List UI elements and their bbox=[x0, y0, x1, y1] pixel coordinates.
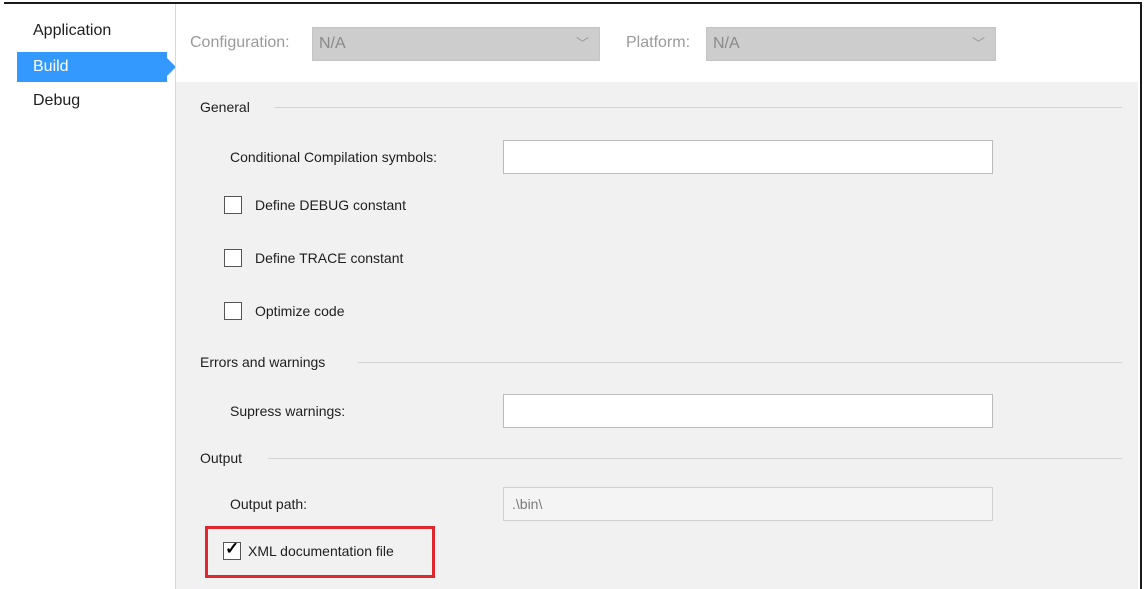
suppress-warnings-label: Supress warnings: bbox=[230, 403, 346, 419]
chevron-down-icon: ﹀ bbox=[971, 36, 985, 51]
chevron-down-icon: ﹀ bbox=[575, 36, 589, 51]
output-path-label: Output path: bbox=[230, 496, 308, 512]
sidebar-item-build[interactable]: Build bbox=[17, 52, 176, 82]
platform-value: N/A bbox=[713, 35, 740, 52]
platform-dropdown[interactable]: N/A ﹀ bbox=[706, 27, 996, 61]
sidebar-item-application[interactable]: Application bbox=[17, 16, 157, 46]
suppress-warnings-input[interactable] bbox=[503, 394, 993, 428]
section-title-output: Output bbox=[200, 450, 243, 466]
configuration-value: N/A bbox=[319, 35, 346, 52]
conditional-symbols-input[interactable] bbox=[503, 140, 993, 174]
configuration-bar: Configuration: N/A ﹀ Platform: N/A ﹀ bbox=[176, 4, 1138, 82]
define-debug-checkbox[interactable] bbox=[224, 196, 242, 214]
sidebar-item-debug[interactable]: Debug bbox=[17, 86, 157, 116]
define-trace-label: Define TRACE constant bbox=[255, 250, 404, 266]
define-trace-checkbox[interactable] bbox=[224, 249, 242, 267]
optimize-code-checkbox[interactable] bbox=[224, 302, 242, 320]
conditional-symbols-label: Conditional Compilation symbols: bbox=[230, 149, 437, 165]
optimize-code-label: Optimize code bbox=[255, 303, 345, 319]
configuration-label: Configuration: bbox=[190, 34, 290, 51]
highlight-box bbox=[205, 526, 435, 578]
platform-label: Platform: bbox=[626, 34, 691, 51]
section-divider bbox=[274, 107, 1122, 108]
define-debug-label: Define DEBUG constant bbox=[255, 197, 406, 213]
configuration-dropdown[interactable]: N/A ﹀ bbox=[312, 27, 600, 61]
sidebar: Application Build Debug bbox=[4, 4, 176, 589]
section-divider bbox=[268, 458, 1122, 459]
section-title-general: General bbox=[200, 99, 250, 115]
section-title-errors: Errors and warnings bbox=[200, 354, 326, 370]
section-divider bbox=[358, 362, 1122, 363]
build-settings-panel: General Conditional Compilation symbols:… bbox=[176, 82, 1138, 589]
output-path-input[interactable]: .\bin\ bbox=[503, 487, 993, 521]
